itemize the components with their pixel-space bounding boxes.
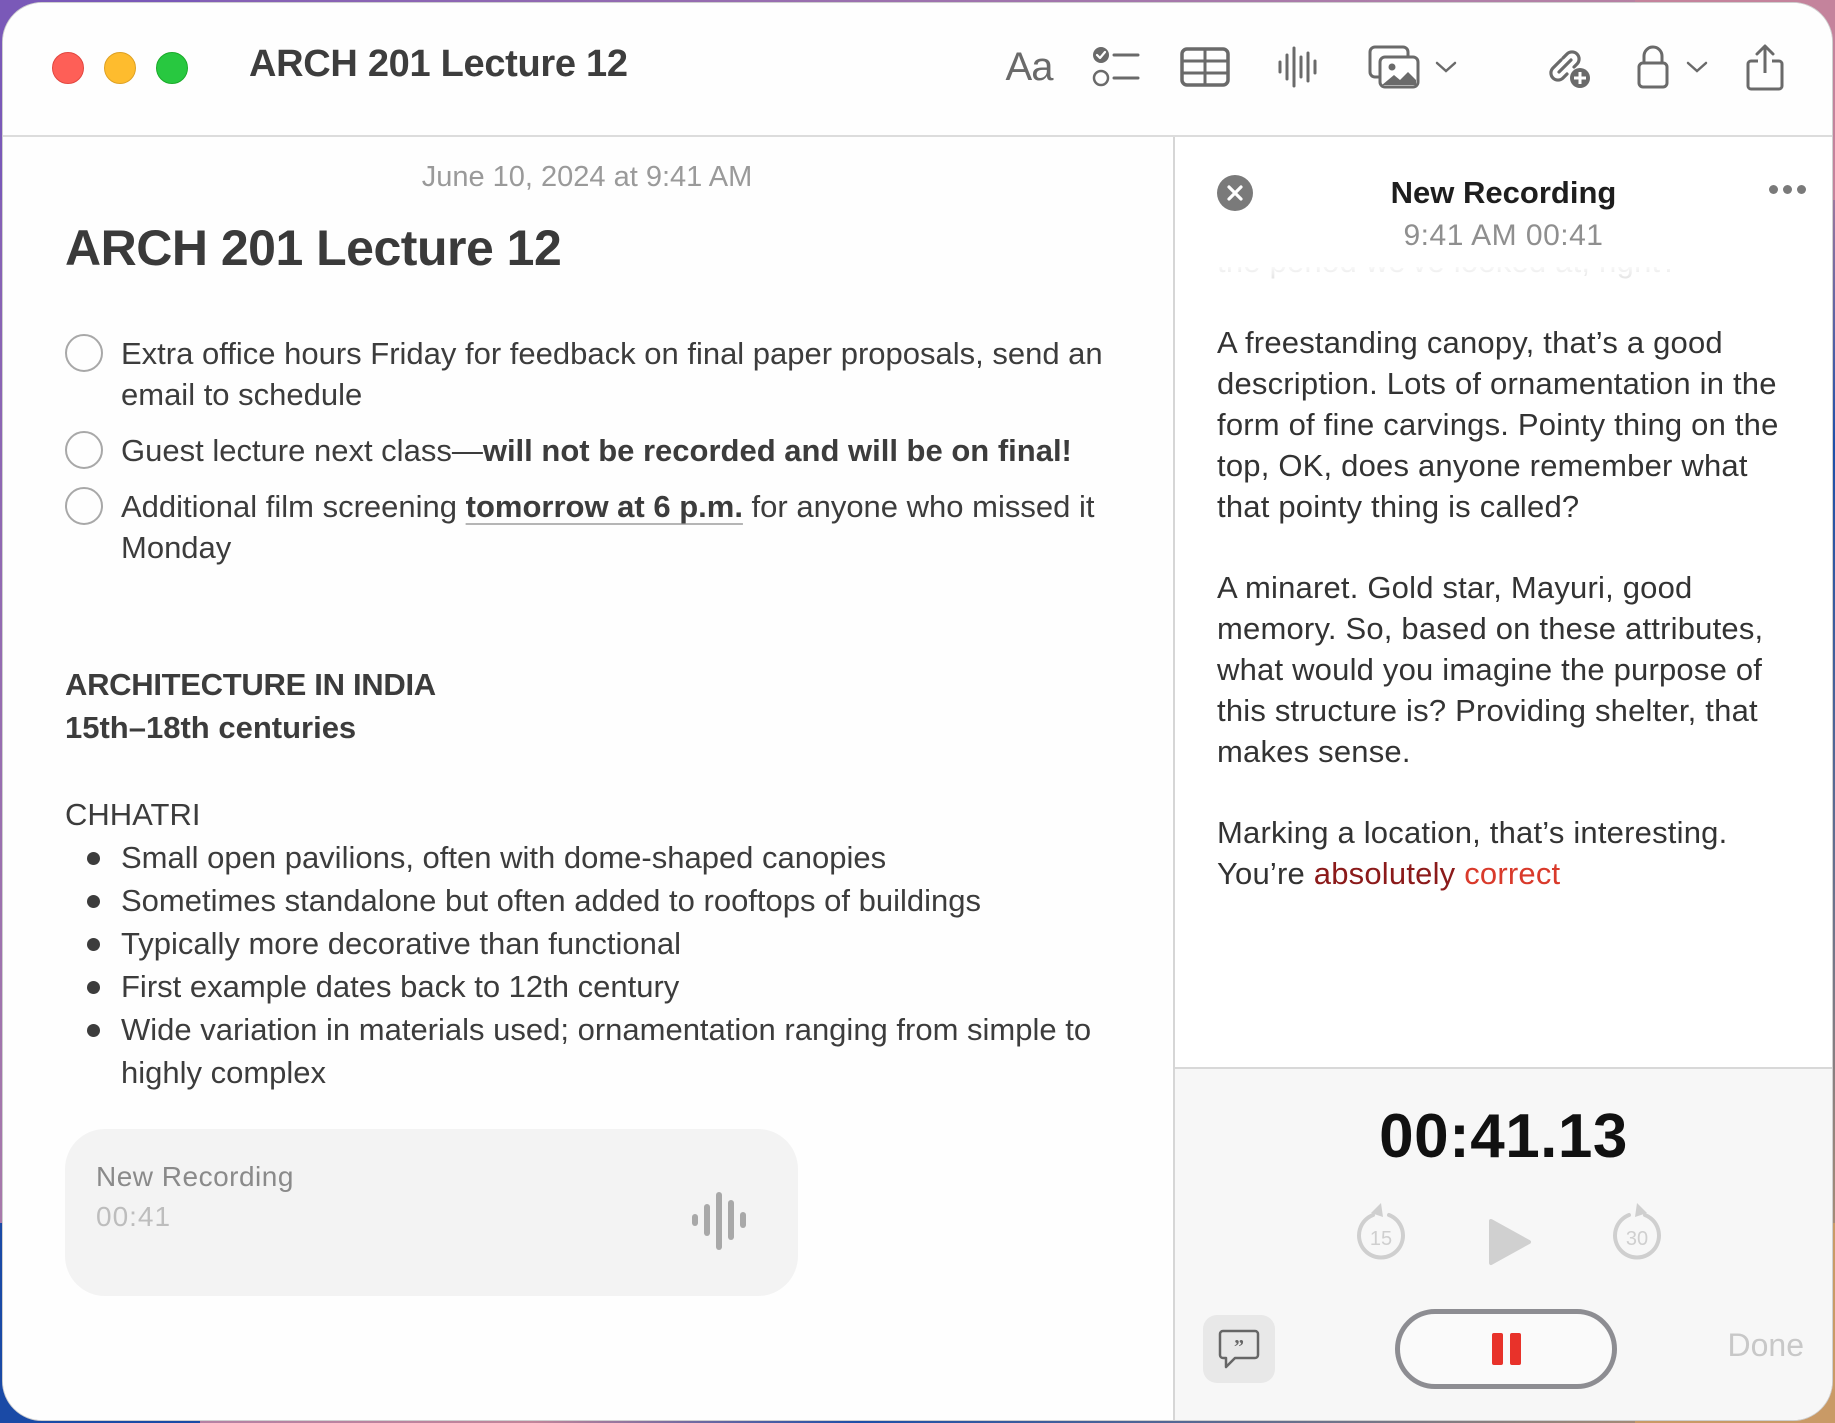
recording-timer: 00:41.13: [1379, 1102, 1628, 1171]
recording-card-duration: 00:41: [96, 1201, 172, 1232]
notes-window: ARCH 201 Lecture 12 Aa June 10, 2024 at …: [2, 2, 1833, 1421]
date-link[interactable]: tomorrow at 6 p.m.: [466, 489, 743, 524]
svg-text:”: ”: [1234, 1336, 1244, 1358]
pause-recording-button[interactable]: [1395, 1309, 1617, 1389]
checklist-item-text[interactable]: Extra office hours Friday for feedback o…: [121, 333, 1105, 415]
title-bar: ARCH 201 Lecture 12 Aa: [3, 3, 1832, 137]
note-date: June 10, 2024 at 9:41 AM: [421, 161, 753, 193]
table-icon: [1180, 47, 1230, 87]
audio-recording-button[interactable]: [1275, 41, 1319, 93]
subheading-text: 15th–18th centuries: [65, 710, 357, 745]
bullet-icon: [87, 895, 100, 908]
skip-back-15-icon: 15: [1357, 1203, 1405, 1260]
quote-bubble-icon: ”: [1218, 1329, 1260, 1369]
audio-waveform-icon: [1278, 46, 1317, 88]
transcript-paragraph: Marking a location, that’s interesting. …: [1217, 812, 1807, 894]
recording-title: New Recording: [1390, 175, 1617, 210]
format-text-icon: Aa: [1005, 44, 1054, 89]
table-button[interactable]: [1179, 41, 1231, 93]
skip-back-button[interactable]: 15: [1351, 1199, 1411, 1268]
checklist-item: Extra office hours Friday for feedback o…: [65, 333, 1105, 415]
checklist-text-plain: Guest lecture next class—: [121, 433, 483, 468]
recording-attachment-card[interactable]: New Recording 00:41: [65, 1129, 798, 1296]
transcript-live-word: correct: [1464, 856, 1561, 891]
more-icon: [1769, 185, 1778, 194]
bullet-text: Wide variation in materials used; orname…: [121, 1012, 1092, 1090]
bullet-text: Typically more decorative than functiona…: [121, 926, 682, 961]
audio-waveform-icon: [692, 1192, 746, 1250]
checklist-item: Additional film screening tomorrow at 6 …: [65, 486, 1105, 568]
bullet-item: Small open pavilions, often with dome-sh…: [65, 836, 1125, 879]
bullet-icon: [87, 852, 100, 865]
more-icon: [1783, 185, 1792, 194]
chhatri-section: CHHATRI Small open pavilions, often with…: [65, 793, 1125, 1094]
bullet-icon: [87, 938, 100, 951]
transcript-paragraph: A minaret. Gold star, Mayuri, good memor…: [1217, 570, 1764, 769]
svg-text:30: 30: [1626, 1228, 1648, 1250]
playback-controls: 00:41.13 15 30 ” Done: [1175, 1067, 1832, 1420]
transcript-view[interactable]: the period we've looked at, right? A fre…: [1217, 267, 1807, 1065]
lock-button[interactable]: [1631, 41, 1715, 93]
transcript-live-word: absolutely: [1313, 856, 1456, 891]
bullet-text: Sometimes standalone but often added to …: [121, 883, 981, 918]
zoom-window-button[interactable]: [156, 52, 188, 84]
collaborate-link-icon: [1549, 50, 1590, 88]
more-options-button[interactable]: [1769, 185, 1806, 194]
play-icon: [1489, 1219, 1531, 1265]
checklist-button[interactable]: [1091, 41, 1141, 93]
window-title: ARCH 201 Lecture 12: [249, 43, 628, 85]
media-button[interactable]: [1363, 41, 1463, 93]
chevron-down-icon: [1435, 61, 1457, 73]
share-button[interactable]: [1745, 41, 1785, 93]
transcript-fade: [1217, 267, 1807, 307]
share-icon: [1746, 44, 1784, 91]
skip-forward-button[interactable]: 30: [1607, 1199, 1667, 1268]
skip-forward-30-icon: 30: [1613, 1203, 1661, 1260]
note-editor[interactable]: June 10, 2024 at 9:41 AM ARCH 201 Lectur…: [3, 137, 1171, 1420]
svg-text:15: 15: [1370, 1228, 1392, 1250]
recording-panel: New Recording 9:41 AM 00:41 the period w…: [1173, 137, 1832, 1420]
bullet-text: First example dates back to 12th century: [121, 969, 680, 1004]
bullet-text: Small open pavilions, often with dome-sh…: [121, 840, 887, 875]
lock-icon: [1637, 45, 1669, 89]
checklist-item-text[interactable]: Additional film screening tomorrow at 6 …: [121, 486, 1105, 568]
checkbox[interactable]: [65, 431, 103, 469]
transcript-space: [1455, 856, 1464, 891]
note-title[interactable]: ARCH 201 Lecture 12: [65, 219, 562, 277]
close-window-button[interactable]: [52, 52, 84, 84]
bullet-item: Typically more decorative than functiona…: [65, 922, 1125, 965]
collaborate-button[interactable]: [1543, 41, 1593, 93]
checklist-icon: [1092, 47, 1140, 87]
minimize-window-button[interactable]: [104, 52, 136, 84]
checklist-text-bold: will not be recorded and will be on fina…: [482, 433, 1072, 468]
play-button[interactable]: [1487, 1217, 1533, 1272]
done-button[interactable]: Done: [1728, 1327, 1805, 1364]
bullet-item: First example dates back to 12th century: [65, 965, 1125, 1008]
recording-subtitle: 9:41 AM 00:41: [1403, 219, 1604, 252]
more-icon: [1797, 185, 1806, 194]
checklist-text-plain: Additional film screening: [121, 489, 466, 524]
checkbox[interactable]: [65, 487, 103, 525]
bullet-item: Wide variation in materials used; orname…: [65, 1008, 1125, 1094]
checklist-item: Guest lecture next class—will not be rec…: [65, 430, 1105, 471]
section-label: CHHATRI: [65, 797, 201, 832]
pause-icon: [1491, 1333, 1503, 1365]
format-text-button[interactable]: Aa: [1001, 41, 1057, 93]
heading-text: ARCHITECTURE IN INDIA: [65, 667, 436, 702]
bullet-icon: [87, 1024, 100, 1037]
transcript-toggle-button[interactable]: ”: [1203, 1315, 1275, 1383]
checklist-item-text[interactable]: Guest lecture next class—will not be rec…: [121, 430, 1105, 471]
recording-card-title: New Recording: [96, 1161, 294, 1192]
section-heading: ARCHITECTURE IN INDIA 15th–18th centurie…: [65, 663, 436, 749]
pause-icon: [1509, 1333, 1521, 1365]
chevron-down-icon: [1686, 61, 1708, 73]
bullet-item: Sometimes standalone but often added to …: [65, 879, 1125, 922]
bullet-list: Small open pavilions, often with dome-sh…: [65, 836, 1125, 1094]
checkbox[interactable]: [65, 334, 103, 372]
bullet-icon: [87, 981, 100, 994]
checklist: Extra office hours Friday for feedback o…: [65, 333, 1105, 583]
transcript-paragraph: A freestanding canopy, that’s a good des…: [1217, 325, 1779, 524]
media-icon: [1368, 45, 1420, 89]
